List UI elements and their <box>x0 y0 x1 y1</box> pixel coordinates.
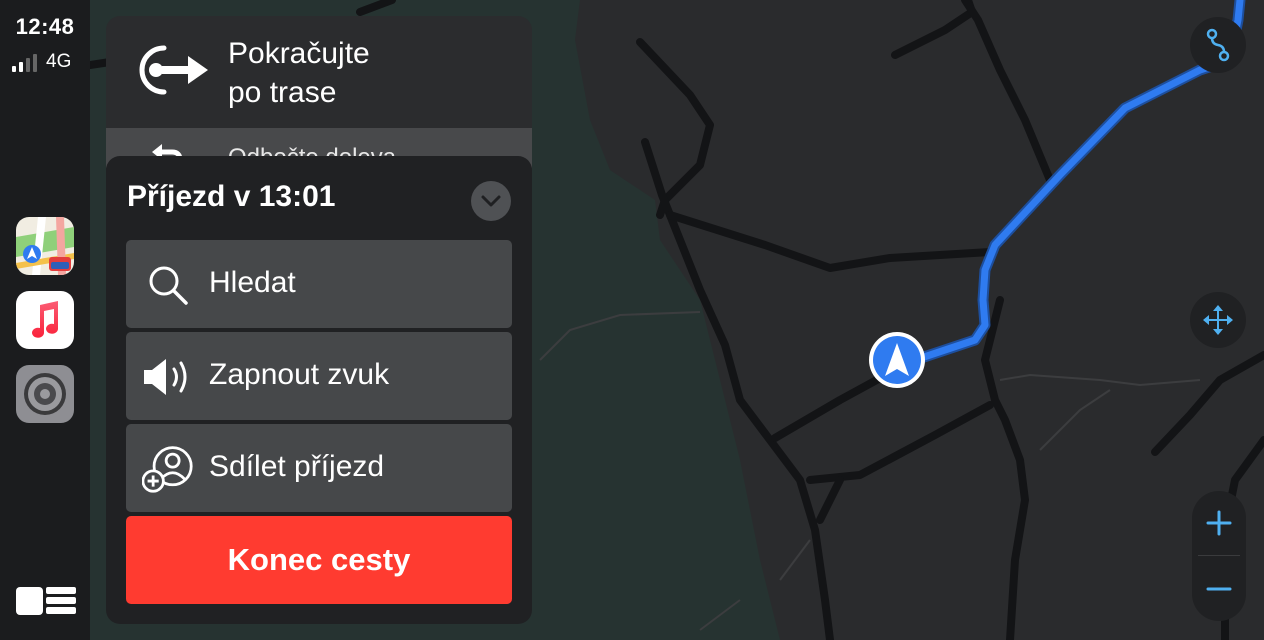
maneuver-instruction: Pokračujte po trase <box>228 34 488 112</box>
maneuver-banner[interactable]: Pokračujte po trase <box>106 16 532 128</box>
share-eta-button[interactable]: Sdílet příjezd <box>126 424 512 512</box>
chevron-down-icon[interactable] <box>471 181 511 221</box>
zoom-divider <box>1198 555 1240 556</box>
continue-route-arrow-icon <box>128 38 210 107</box>
current-location-icon <box>869 332 925 388</box>
signal-bar-icon <box>33 54 37 72</box>
status-time: 12:48 <box>15 14 75 39</box>
maneuver-line-1: Pokračujte <box>228 37 370 70</box>
maps-app-icon[interactable] <box>16 217 74 275</box>
pan-arrows-icon <box>1203 305 1233 335</box>
zoom-control <box>1192 491 1246 621</box>
maneuver-line-2: po trase <box>228 76 337 109</box>
pan-button[interactable] <box>1190 292 1246 348</box>
search-button[interactable]: Hledat <box>126 240 512 328</box>
dashboard-grid-icon[interactable] <box>16 587 76 619</box>
zoom-in-button[interactable] <box>1192 491 1246 555</box>
signal-bar-icon <box>19 62 23 72</box>
route-overview-icon <box>1206 28 1230 62</box>
speaker-icon <box>142 354 194 400</box>
sound-label: Zapnout zvuk <box>209 358 390 391</box>
search-label: Hledat <box>209 266 296 299</box>
arrival-panel: Příjezd v 13:01 Hledat Zapnout zvuk Sdíl… <box>106 156 532 624</box>
eta-label: Příjezd v 13:01 <box>127 180 336 213</box>
search-icon <box>142 262 194 308</box>
settings-app-icon[interactable] <box>16 365 74 423</box>
share-eta-label: Sdílet příjezd <box>209 450 385 483</box>
sound-on-button[interactable]: Zapnout zvuk <box>126 332 512 420</box>
network-type: 4G <box>46 51 72 72</box>
status-signal: 4G <box>12 52 71 72</box>
music-app-icon[interactable] <box>16 291 74 349</box>
plus-icon <box>1206 510 1232 536</box>
signal-bar-icon <box>26 58 30 72</box>
signal-bar-icon <box>12 66 16 72</box>
end-route-button[interactable]: Konec cesty <box>126 516 512 604</box>
zoom-out-button[interactable] <box>1192 557 1246 621</box>
minus-icon <box>1206 587 1232 591</box>
route-overview-button[interactable] <box>1190 17 1246 73</box>
carplay-sidebar: 12:48 4G <box>0 0 90 640</box>
share-eta-icon <box>142 446 194 493</box>
